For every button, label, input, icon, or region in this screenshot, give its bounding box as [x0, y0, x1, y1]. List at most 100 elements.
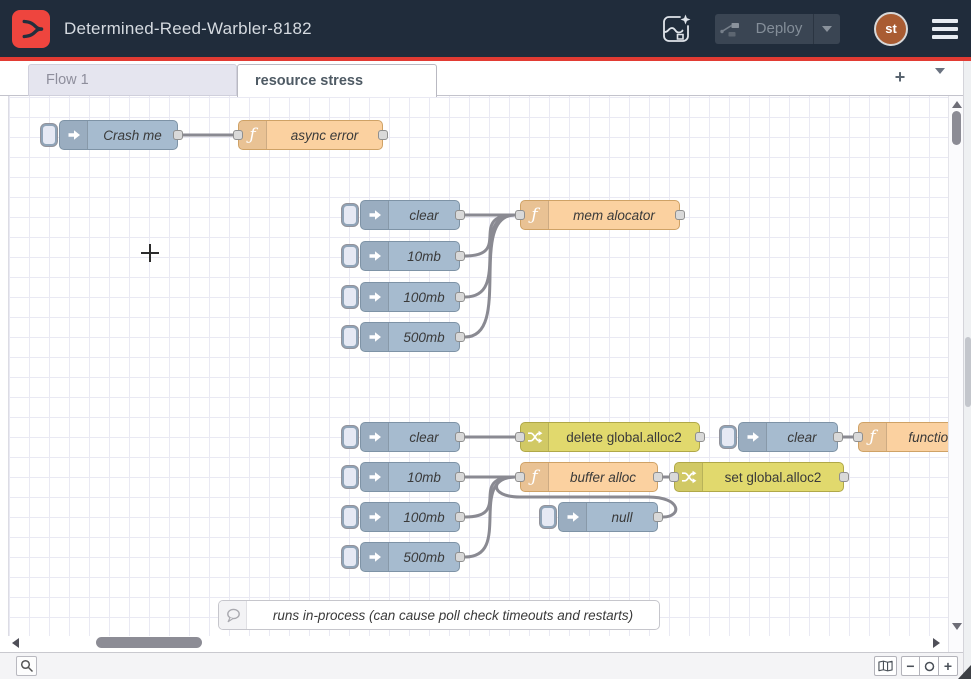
inject-trigger-button[interactable] [342, 426, 358, 448]
scroll-down-arrow[interactable] [952, 623, 962, 630]
change-shuffle-icon [681, 470, 697, 484]
node-500mb-1[interactable]: 500mb [360, 322, 460, 352]
node-100mb-1[interactable]: 100mb [360, 282, 460, 312]
inject-trigger-button[interactable] [342, 286, 358, 308]
node-clear-1[interactable]: clear [360, 200, 460, 230]
inject-trigger-button[interactable] [41, 124, 57, 146]
output-port[interactable] [455, 251, 465, 261]
inject-arrow-icon [367, 429, 383, 445]
tab-label: resource stress [255, 73, 363, 89]
inject-arrow-icon [367, 207, 383, 223]
output-port[interactable] [653, 472, 663, 482]
output-port[interactable] [173, 130, 183, 140]
input-port[interactable] [853, 432, 863, 442]
input-port[interactable] [233, 130, 243, 140]
node-clear-2[interactable]: clear [360, 422, 460, 452]
flow-canvas[interactable]: Crash me ƒasync error clear 10mb 100mb 500mb ƒ… [8, 96, 963, 652]
zoom-reset-icon [924, 661, 935, 672]
input-port[interactable] [515, 210, 525, 220]
inject-trigger-button[interactable] [342, 506, 358, 528]
tab-resource-stress[interactable]: resource stress [237, 64, 437, 97]
node-500mb-2[interactable]: 500mb [360, 542, 460, 572]
input-port[interactable] [669, 472, 679, 482]
browser-scrollbar-thumb[interactable] [965, 337, 971, 407]
output-port[interactable] [455, 472, 465, 482]
ai-assistant-button[interactable] [659, 12, 693, 46]
output-port[interactable] [378, 130, 388, 140]
add-flow-button[interactable]: + [889, 67, 911, 89]
flow-fork-glyph [16, 14, 46, 44]
user-avatar[interactable]: st [874, 12, 908, 46]
output-port[interactable] [455, 432, 465, 442]
comment-bubble-icon [225, 608, 241, 623]
input-port[interactable] [515, 432, 525, 442]
node-comment[interactable]: runs in-process (can cause poll check ti… [218, 600, 660, 630]
zoom-out-button[interactable]: − [901, 656, 920, 676]
node-10mb-2[interactable]: 10mb [360, 462, 460, 492]
inject-icon-section [361, 463, 389, 491]
deploy-nodes-icon [715, 21, 745, 37]
canvas-vertical-scrollbar[interactable] [948, 96, 963, 652]
zoom-reset-button[interactable] [920, 656, 939, 676]
output-port[interactable] [653, 512, 663, 522]
node-clear-3[interactable]: clear [738, 422, 838, 452]
flow-list-button[interactable] [935, 74, 945, 92]
inject-trigger-button[interactable] [342, 466, 358, 488]
horizontal-scrollbar-thumb[interactable] [96, 637, 202, 648]
zoom-in-button[interactable]: + [939, 656, 958, 676]
node-async-error[interactable]: ƒasync error [238, 120, 383, 150]
output-port[interactable] [455, 332, 465, 342]
output-port[interactable] [455, 210, 465, 220]
inject-trigger-button[interactable] [342, 204, 358, 226]
inject-trigger-button[interactable] [342, 326, 358, 348]
change-icon-section [521, 423, 549, 451]
change-icon-section [675, 463, 703, 491]
output-port[interactable] [695, 432, 705, 442]
canvas-horizontal-scrollbar[interactable] [8, 636, 948, 652]
output-port[interactable] [455, 512, 465, 522]
node-set-global-alloc2[interactable]: set global.alloc2 [674, 462, 844, 492]
input-port[interactable] [515, 472, 525, 482]
node-mem-alocator[interactable]: ƒmem alocator [520, 200, 680, 230]
inject-trigger-button[interactable] [342, 546, 358, 568]
output-port[interactable] [675, 210, 685, 220]
browser-scrollbar[interactable] [963, 61, 971, 679]
change-shuffle-icon [527, 430, 543, 444]
output-port[interactable] [833, 432, 843, 442]
node-label: clear [389, 423, 459, 451]
inject-trigger-button[interactable] [540, 506, 556, 528]
node-label: 100mb [389, 503, 459, 531]
search-button[interactable] [16, 656, 37, 676]
status-bar: − + [0, 652, 963, 679]
function-icon-section: ƒ [239, 121, 267, 149]
node-10mb-1[interactable]: 10mb [360, 241, 460, 271]
inject-trigger-button[interactable] [342, 245, 358, 267]
inject-icon-section [361, 503, 389, 531]
node-label: 500mb [389, 543, 459, 571]
deploy-options-button[interactable] [814, 26, 840, 32]
main-menu-button[interactable] [932, 15, 958, 43]
output-port[interactable] [839, 472, 849, 482]
output-port[interactable] [455, 552, 465, 562]
deploy-button[interactable]: Deploy [715, 14, 840, 44]
inject-arrow-icon [367, 248, 383, 264]
inject-icon-section [361, 242, 389, 270]
scroll-right-arrow[interactable] [933, 638, 940, 648]
scroll-up-arrow[interactable] [952, 101, 962, 108]
flow-tab-bar: Flow 1 resource stress + [0, 61, 963, 96]
navigator-map-button[interactable] [874, 656, 897, 676]
output-port[interactable] [455, 292, 465, 302]
tab-flow-1[interactable]: Flow 1 [28, 64, 237, 96]
app-logo-icon [12, 10, 50, 48]
node-null[interactable]: null [558, 502, 658, 532]
node-delete-global-alloc2[interactable]: delete global.alloc2 [520, 422, 700, 452]
node-crash-me[interactable]: Crash me [59, 120, 178, 150]
inject-icon-section [361, 543, 389, 571]
function-icon-section: ƒ [521, 463, 549, 491]
inject-trigger-button[interactable] [720, 426, 736, 448]
node-100mb-2[interactable]: 100mb [360, 502, 460, 532]
node-buffer-alloc[interactable]: ƒbuffer alloc [520, 462, 658, 492]
vertical-scrollbar-thumb[interactable] [952, 111, 961, 145]
scroll-left-arrow[interactable] [12, 638, 19, 648]
node-label: buffer alloc [549, 463, 657, 491]
